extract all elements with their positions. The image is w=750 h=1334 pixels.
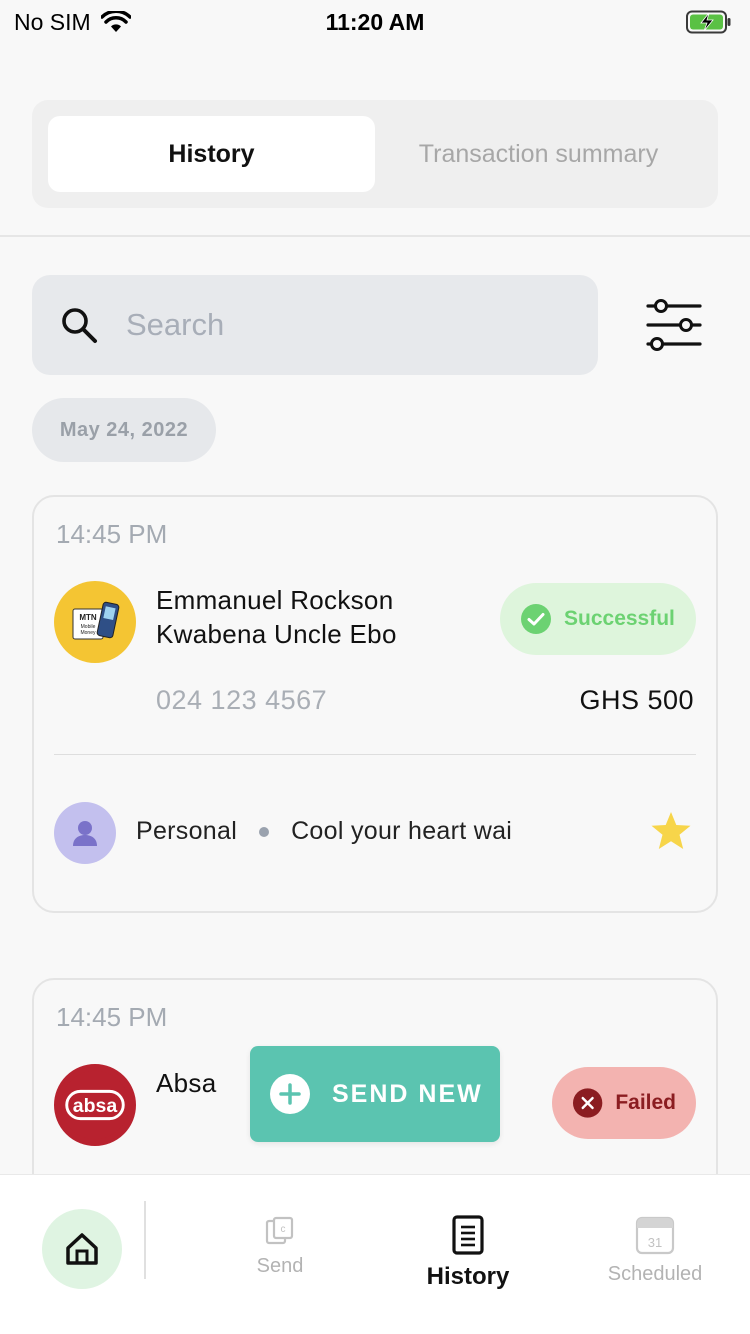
search-icon xyxy=(62,308,97,343)
calendar-icon: 31 xyxy=(635,1216,675,1255)
absa-logo-text: absa xyxy=(73,1095,118,1117)
category-label: Personal xyxy=(136,817,238,845)
send-money-icon: c xyxy=(265,1216,294,1245)
absa-logo-mark: absa xyxy=(60,1070,130,1140)
close-circle-icon xyxy=(572,1088,603,1118)
status-left: No SIM xyxy=(14,9,131,36)
carrier-label: No SIM xyxy=(14,8,91,35)
avatar xyxy=(54,802,116,864)
status-badge: Successful xyxy=(500,583,696,655)
tab-history-nav[interactable]: History xyxy=(418,1215,518,1291)
recipient-name: Absa xyxy=(156,1066,216,1100)
recipient-name-line1: Emmanuel Rockson xyxy=(156,585,394,615)
tab-scheduled[interactable]: 31 Scheduled xyxy=(600,1215,710,1286)
mtn-phone-icon: MTN Mobile Money xyxy=(72,601,120,640)
recipient-name-line1: Absa xyxy=(156,1068,217,1098)
filter-sliders-icon[interactable] xyxy=(644,298,704,352)
send-new-label: SEND NEW xyxy=(332,1079,483,1108)
svg-text:MTN: MTN xyxy=(79,613,97,622)
send-new-button[interactable]: SEND NEW xyxy=(250,1046,500,1142)
tab-scheduled-label: Scheduled xyxy=(607,1263,703,1285)
transaction-meta: Personal Cool your heart wai xyxy=(136,817,512,846)
tab-history-label: History xyxy=(426,1263,510,1290)
transaction-time: 14:45 PM xyxy=(56,519,168,549)
home-icon xyxy=(66,1233,98,1265)
mtn-mobile-money-logo: MTN Mobile Money xyxy=(54,581,136,663)
card-divider xyxy=(54,754,696,755)
separator-dot xyxy=(259,826,270,837)
recipient-phone: 024 123 4567 xyxy=(156,685,328,715)
home-button[interactable] xyxy=(42,1209,122,1289)
status-label: Successful xyxy=(564,607,675,630)
search-bar[interactable] xyxy=(32,275,598,375)
recipient-name-line2: Kwabena Uncle Ebo xyxy=(156,619,397,649)
tab-transaction-summary[interactable]: Transaction summary xyxy=(375,116,702,192)
date-group-chip: May 24, 2022 xyxy=(32,398,216,462)
recipient-name: Emmanuel Rockson Kwabena Uncle Ebo xyxy=(156,583,397,651)
calendar-day: 31 xyxy=(648,1235,662,1250)
star-icon[interactable] xyxy=(650,811,692,851)
status-badge: Failed xyxy=(552,1067,696,1139)
bottom-tab-bar: c Send History 31 Scheduled xyxy=(0,1174,750,1334)
plus-icon xyxy=(270,1074,310,1114)
check-circle-icon xyxy=(521,604,551,634)
svg-text:c: c xyxy=(281,1224,286,1235)
svg-text:Money: Money xyxy=(80,630,96,636)
tab-divider xyxy=(144,1201,146,1279)
search-input[interactable] xyxy=(126,307,526,343)
tab-send[interactable]: c Send xyxy=(249,1215,311,1278)
tab-send-label: Send xyxy=(256,1255,304,1277)
status-label: Failed xyxy=(615,1091,676,1114)
wifi-icon xyxy=(100,11,131,32)
transaction-card[interactable]: 14:45 PM MTN Mobile Money Emmanuel Rocks… xyxy=(32,495,718,913)
view-segmented-control: History Transaction summary xyxy=(32,100,718,208)
transaction-note: Cool your heart wai xyxy=(291,817,513,845)
header-divider xyxy=(0,235,750,237)
status-bar: No SIM 11:20 AM xyxy=(0,0,750,44)
person-icon xyxy=(73,821,97,846)
tab-history[interactable]: History xyxy=(48,116,375,192)
receipt-icon xyxy=(452,1215,484,1255)
transaction-time: 14:45 PM xyxy=(56,1002,168,1032)
absa-logo: absa xyxy=(54,1064,136,1146)
transaction-amount: GHS 500 xyxy=(579,685,694,715)
battery-charging-icon xyxy=(686,10,731,34)
